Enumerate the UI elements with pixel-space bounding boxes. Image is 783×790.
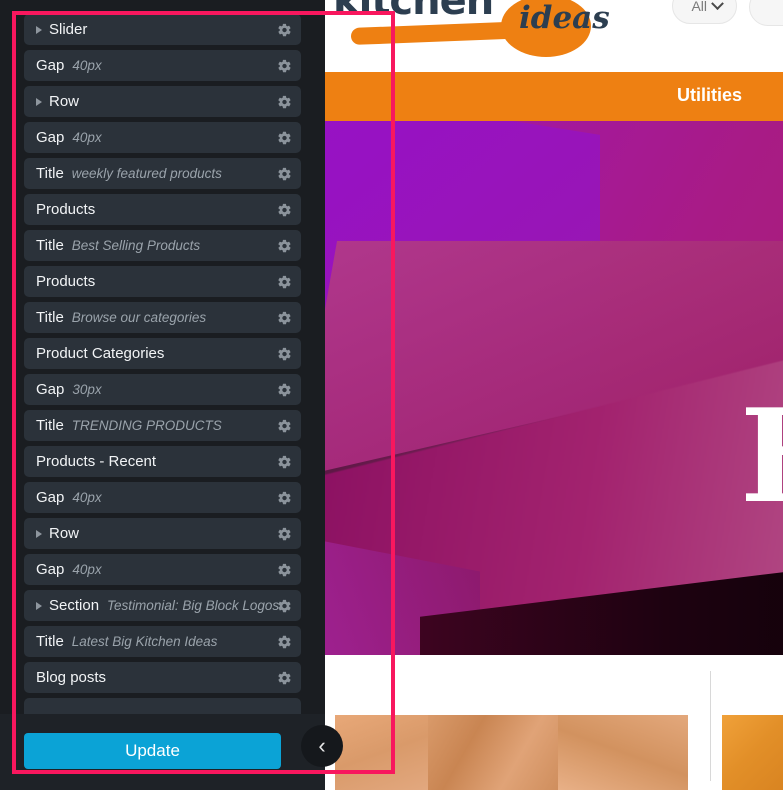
layout-block-row[interactable]: Title Best Selling Products [24,230,301,261]
layout-block-label: Blog posts [36,669,107,686]
category-filter-label: All [691,0,707,14]
collapse-panel-button[interactable]: ‹ [301,725,343,767]
layout-block-value: 30px [72,382,102,397]
logo-word: kitchen [333,0,494,24]
layout-block-value: weekly featured products [71,166,222,181]
layout-block-label: Products [36,201,96,218]
layout-block-row[interactable]: Slider [24,14,301,45]
layout-block-value: Best Selling Products [71,238,201,253]
chevron-down-icon [711,0,724,10]
layout-block-row[interactable]: Products [24,194,301,225]
gear-icon[interactable] [277,598,292,613]
layout-block-label: Gap [36,129,65,146]
site-logo[interactable]: kitchen ideas [333,0,623,70]
gear-icon[interactable] [277,58,292,73]
layout-block-row[interactable]: Title Latest Big Kitchen Ideas [24,626,301,657]
layout-block-value: 40px [72,490,102,505]
layout-block-row[interactable]: Title Browse our categories [24,302,301,333]
layout-block-label: Title [36,633,64,650]
gear-icon[interactable] [277,130,292,145]
layout-block-label: Row [49,525,80,542]
layout-block-label: Title [36,237,64,254]
layout-block-value: 40px [72,58,102,73]
layout-block-row[interactable] [24,698,301,714]
layout-block-value: Testimonial: Big Block Logos [107,598,280,613]
gear-icon[interactable] [277,418,292,433]
gear-icon[interactable] [277,166,292,181]
layout-block-label: Title [36,165,64,182]
layout-block-label: Title [36,309,64,326]
caret-right-icon[interactable] [36,97,42,106]
layout-block-value: 40px [72,562,102,577]
layout-block-value: Browse our categories [71,310,207,325]
hero-letter: H [740,393,783,521]
gear-icon[interactable] [277,454,292,469]
gear-icon[interactable] [277,22,292,37]
layout-block-label: Gap [36,57,65,74]
thumbnail-divider [710,671,711,781]
gear-icon[interactable] [277,274,292,289]
gear-icon[interactable] [277,634,292,649]
product-thumbnail[interactable] [335,715,428,790]
spoon-handle-shape [350,21,527,45]
product-thumbnail[interactable] [722,715,783,790]
layout-block-row[interactable]: Gap 40px [24,482,301,513]
layout-block-value: TRENDING PRODUCTS [71,418,222,433]
layout-block-row[interactable]: Title TRENDING PRODUCTS [24,410,301,441]
layout-block-value: 40px [72,130,102,145]
gear-icon[interactable] [277,310,292,325]
chevron-left-icon: ‹ [318,733,326,758]
layout-block-row[interactable]: Products [24,266,301,297]
product-thumbnail[interactable] [558,715,688,790]
gear-icon[interactable] [277,670,292,685]
header-secondary-pill[interactable] [749,0,783,26]
layout-block-row[interactable]: Gap 40px [24,122,301,153]
update-button[interactable]: Update [24,733,281,769]
category-filter-dropdown[interactable]: All [672,0,737,24]
layout-block-label: Gap [36,561,65,578]
layout-block-label: Section [49,597,100,614]
layout-block-label: Slider [49,21,88,38]
layout-block-row[interactable]: Gap 40px [24,554,301,585]
gear-icon[interactable] [277,562,292,577]
layout-editor-panel: Slider Gap 40px Row Gap 40px Title weekly featu… [0,0,325,790]
layout-block-row[interactable]: Gap 30px [24,374,301,405]
caret-right-icon[interactable] [36,601,42,610]
gear-icon[interactable] [277,346,292,361]
layout-block-row[interactable]: Product Categories [24,338,301,369]
layout-block-value: Latest Big Kitchen Ideas [71,634,218,649]
panel-footer: Update [0,714,325,790]
layout-block-label: Products - Recent [36,453,157,470]
layout-block-row[interactable]: Products - Recent [24,446,301,477]
layout-block-label: Gap [36,489,65,506]
layout-block-row[interactable]: Row [24,86,301,117]
product-thumbnail[interactable] [428,715,558,790]
layout-block-list[interactable]: Slider Gap 40px Row Gap 40px Title weekly featu… [0,0,325,715]
screen: kitchen ideas All Utilities H [0,0,783,790]
layout-block-row[interactable]: Gap 40px [24,50,301,81]
nav-item-utilities[interactable]: Utilities [677,85,742,106]
gear-icon[interactable] [277,238,292,253]
gear-icon[interactable] [277,490,292,505]
gear-icon[interactable] [277,202,292,217]
layout-block-row[interactable]: Section Testimonial: Big Block Logos [24,590,301,621]
logo-script-word: ideas [519,0,610,36]
gear-icon[interactable] [277,382,292,397]
gear-icon[interactable] [277,94,292,109]
layout-block-row[interactable]: Title weekly featured products [24,158,301,189]
layout-block-row[interactable]: Blog posts [24,662,301,693]
layout-block-label: Product Categories [36,345,165,362]
caret-right-icon[interactable] [36,529,42,538]
caret-right-icon[interactable] [36,25,42,34]
layout-block-row[interactable]: Row [24,518,301,549]
gear-icon[interactable] [277,526,292,541]
layout-block-label: Products [36,273,96,290]
layout-block-label: Row [49,93,80,110]
layout-block-label: Title [36,417,64,434]
layout-block-label: Gap [36,381,65,398]
